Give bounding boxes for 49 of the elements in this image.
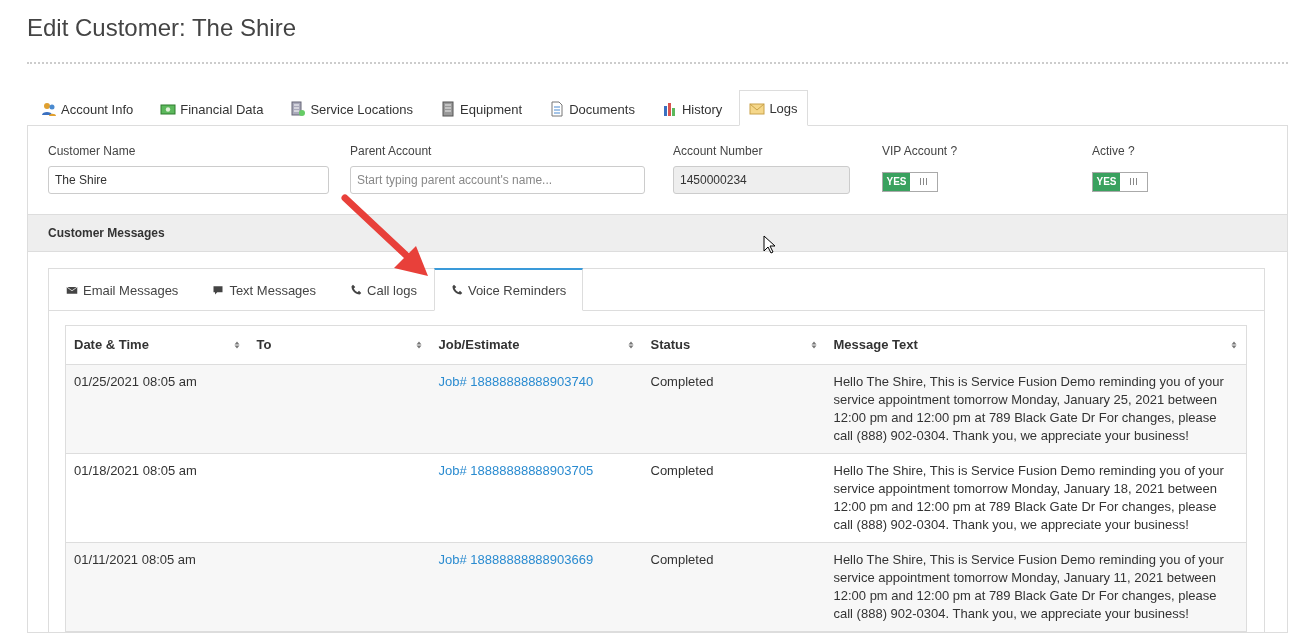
job-link[interactable]: Job# 18888888888903669 <box>438 551 594 567</box>
table-cell: 01/25/2021 08:05 am <box>74 373 197 389</box>
banknote-icon <box>160 101 177 118</box>
input-field[interactable]: The Shire <box>48 165 329 194</box>
table-cell: Completed <box>650 373 714 389</box>
input-field[interactable]: Start typing parent account's name... <box>350 165 645 194</box>
table-cell: 01/11/2021 08:05 am <box>74 551 196 567</box>
table-cell: Hello The Shire, This is Service Fusion Demo reminding you of your service appointment tomorrow Monday, January 11, 2021 between 12:00 pm and 12:00 pm at 789 Black Gate Dr For changes, please call (888) 902-0304. Thank you, we appreciate your business! <box>833 551 1224 621</box>
bar-chart-icon <box>661 101 678 118</box>
tab[interactable]: Service Locations <box>280 90 423 126</box>
tab[interactable]: Documents <box>539 90 645 126</box>
envelope-icon <box>749 100 766 117</box>
column-header[interactable]: To <box>256 335 272 355</box>
tab[interactable]: Financial Data <box>150 90 274 126</box>
column-header[interactable]: Date & Time <box>74 335 149 355</box>
column-header[interactable]: Status <box>650 335 691 355</box>
people-icon <box>41 101 57 118</box>
tab[interactable]: History <box>651 90 733 126</box>
tab[interactable]: Call logs <box>333 268 434 311</box>
phone-icon <box>450 284 463 297</box>
section-header: Customer Messages <box>28 213 1287 252</box>
tab[interactable]: Account Info <box>31 90 144 126</box>
field-label: Parent Account <box>350 142 433 160</box>
tab[interactable]: Email Messages <box>49 268 196 311</box>
job-link[interactable]: Job# 18888888888903705 <box>438 462 594 478</box>
tab[interactable]: Text Messages <box>195 268 334 311</box>
tab[interactable]: Voice Reminders <box>433 267 584 311</box>
table-cell: 01/18/2021 08:05 am <box>74 462 197 478</box>
server-icon <box>440 101 456 118</box>
speech-bubble-icon <box>212 284 225 297</box>
toggle-label: VIP Account ? <box>882 142 959 160</box>
field-label: Account Number <box>673 142 764 160</box>
toggle-label: Active ? <box>1092 142 1136 160</box>
phone-icon <box>350 284 363 297</box>
building-icon <box>290 101 307 118</box>
column-header[interactable]: Message Text <box>833 335 918 355</box>
table-cell: Hello The Shire, This is Service Fusion Demo reminding you of your service appointment tomorrow Monday, January 25, 2021 between 12:00 pm and 12:00 pm at 789 Black Gate Dr For changes, please call (888) 902-0304. Thank you, we appreciate your business! <box>833 373 1224 443</box>
envelope-icon <box>66 284 78 297</box>
table-cell: Hello The Shire, This is Service Fusion Demo reminding you of your service appointment tomorrow Monday, January 18, 2021 between 12:00 pm and 12:00 pm at 789 Black Gate Dr For changes, please call (888) 902-0304. Thank you, we appreciate your business! <box>833 462 1224 532</box>
table-cell: Completed <box>650 462 714 478</box>
column-header[interactable]: Job/Estimate <box>438 335 520 355</box>
field-label: Customer Name <box>48 142 137 160</box>
job-link[interactable]: Job# 18888888888903740 <box>438 373 594 389</box>
tab[interactable]: Equipment <box>430 90 533 126</box>
table-cell: Completed <box>650 551 714 567</box>
document-icon <box>549 101 566 118</box>
page-title: Edit Customer: The Shire <box>27 14 297 42</box>
tab[interactable]: Logs <box>739 90 808 126</box>
mouse-cursor-icon <box>763 235 776 254</box>
